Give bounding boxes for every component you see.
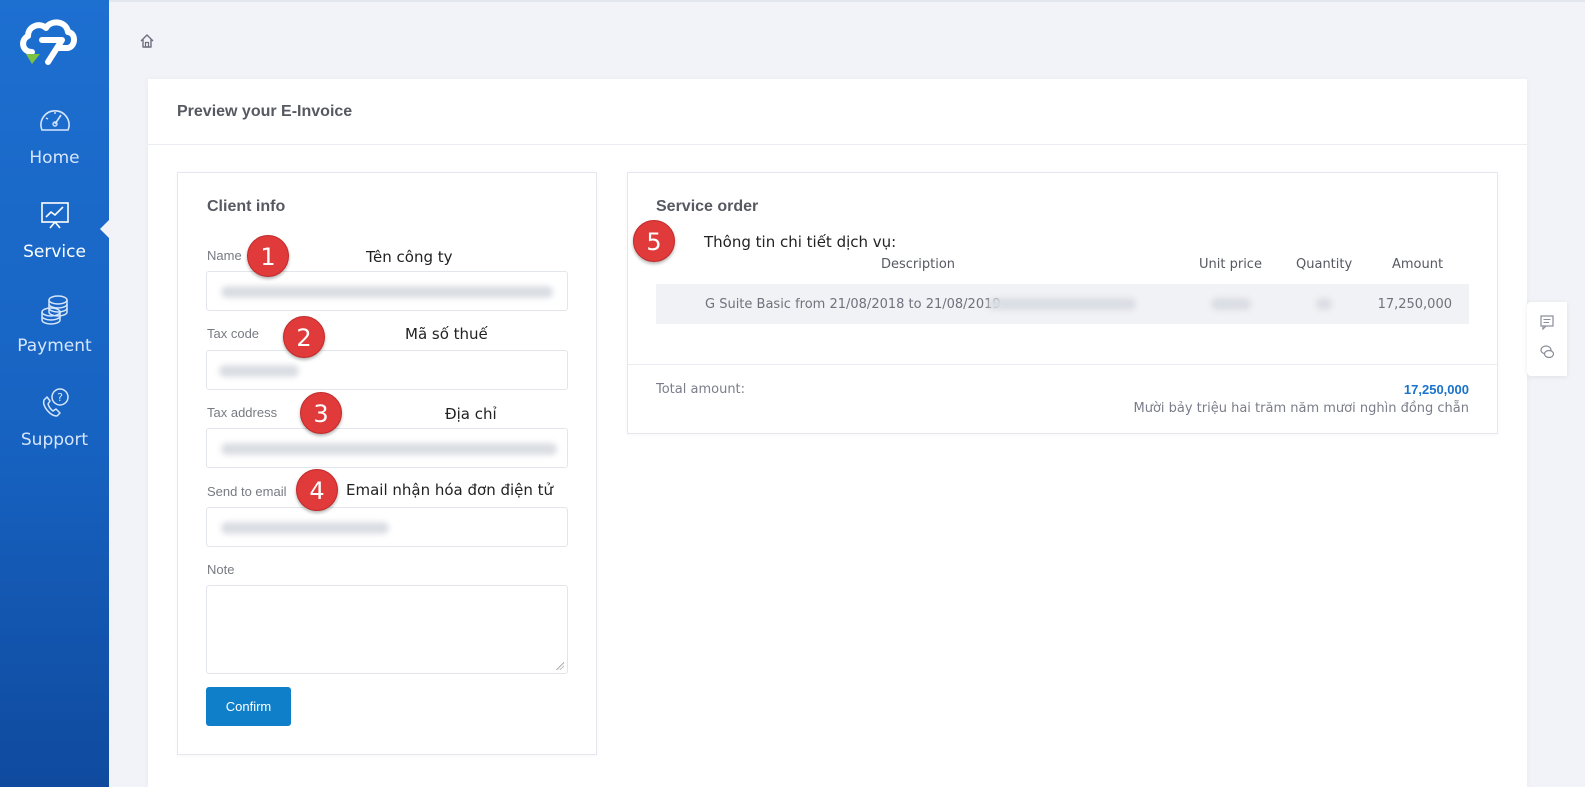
redacted-value <box>221 286 553 298</box>
annotation-text: Email nhận hóa đơn điện tử <box>346 481 554 499</box>
tax-code-label: Tax code <box>207 326 260 341</box>
topbar-border <box>109 0 1585 2</box>
sidebar-item-label: Home <box>29 148 80 168</box>
redacted-value <box>1211 298 1251 310</box>
name-label: Name <box>207 248 242 263</box>
row-amount: 17,250,000 <box>1377 297 1452 312</box>
note-textarea[interactable] <box>206 585 568 674</box>
column-header-quantity: Quantity <box>1296 257 1353 272</box>
column-header-unit-price: Unit price <box>1199 257 1262 272</box>
redacted-value <box>219 365 299 377</box>
annotation-badge: 4 <box>296 469 338 511</box>
cloud-logo-icon[interactable] <box>18 18 78 66</box>
annotation-text: Tên công ty <box>366 248 453 266</box>
confirm-button[interactable]: Confirm <box>206 687 291 726</box>
send-to-email-field[interactable] <box>206 507 568 547</box>
annotation-badge: 3 <box>300 392 342 434</box>
redacted-value <box>221 522 389 534</box>
divider <box>628 364 1497 365</box>
annotation-text: Địa chỉ <box>445 405 497 423</box>
tax-code-field[interactable] <box>206 350 568 390</box>
page-title: Preview your E-Invoice <box>177 103 353 120</box>
annotation-badge: 1 <box>247 235 289 277</box>
service-order-panel: Service order Description Unit price Qua… <box>627 172 1498 434</box>
redacted-value <box>221 443 557 455</box>
svg-text:?: ? <box>57 391 63 404</box>
resize-handle[interactable] <box>556 662 564 670</box>
row-description: G Suite Basic from 21/08/2018 to 21/08/2… <box>705 297 1010 312</box>
home-icon[interactable] <box>138 32 156 50</box>
floating-contact-widget <box>1527 302 1567 376</box>
sidebar-item-support[interactable]: ? Support <box>0 386 109 450</box>
column-header-description: Description <box>881 257 956 272</box>
phone-support-icon: ? <box>42 388 69 417</box>
column-header-amount: Amount <box>1392 257 1444 272</box>
chat-bubbles-icon[interactable] <box>1539 344 1555 360</box>
annotation-badge: 5 <box>633 220 675 262</box>
service-order-title: Service order <box>656 198 759 215</box>
tax-address-field[interactable] <box>206 428 568 468</box>
annotation-text: Mã số thuế <box>405 325 488 343</box>
sidebar-item-label: Payment <box>17 336 92 356</box>
coins-icon <box>40 295 68 325</box>
note-label: Note <box>207 562 235 577</box>
total-amount-label: Total amount: <box>656 382 746 397</box>
sidebar-item-home[interactable]: Home <box>0 104 109 168</box>
send-to-email-label: Send to email <box>207 484 287 499</box>
sidebar-item-label: Support <box>20 430 89 450</box>
message-icon[interactable] <box>1539 314 1555 330</box>
sidebar-item-payment[interactable]: Payment <box>0 292 109 356</box>
client-info-title: Client info <box>207 198 286 215</box>
redacted-value <box>988 298 1136 310</box>
sidebar-item-service[interactable]: Service <box>0 198 109 262</box>
invoice-preview-card: Preview your E-Invoice Client info Name … <box>148 79 1527 787</box>
card-header: Preview your E-Invoice <box>148 79 1527 145</box>
annotation-text: Thông tin chi tiết dịch vụ: <box>704 233 897 251</box>
sidebar: Home Service Payment ? Support <box>0 0 109 787</box>
chart-board-icon <box>40 202 69 229</box>
total-amount-in-words: Mười bảy triệu hai trăm năm mươi nghìn đ… <box>1133 401 1469 416</box>
total-amount-value: 17,250,000 <box>1403 382 1469 397</box>
name-field[interactable] <box>206 271 568 311</box>
annotation-badge: 2 <box>283 316 325 358</box>
redacted-value <box>1316 298 1332 310</box>
table-row: G Suite Basic from 21/08/2018 to 21/08/2… <box>656 284 1469 324</box>
sidebar-item-label: Service <box>23 242 86 262</box>
tax-address-label: Tax address <box>207 405 278 420</box>
speedometer-icon <box>39 110 70 131</box>
